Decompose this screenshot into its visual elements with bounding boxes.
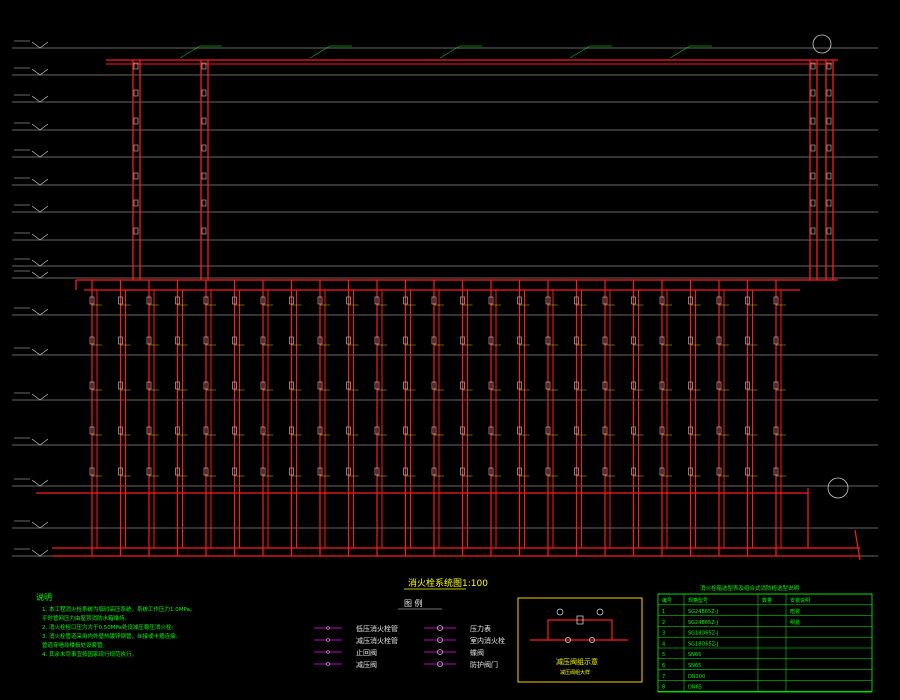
table-cell: 2: [662, 620, 665, 626]
elevation-marker: [31, 123, 49, 131]
hydrant-icon: [810, 117, 816, 125]
legend-label-8: 防护阀门: [470, 660, 498, 669]
table-cell: SG18D65Z-J: [688, 641, 719, 647]
table-header-cell: 数量: [762, 597, 772, 604]
hydrant-icon: [201, 199, 207, 207]
table-header-cell: 规格型号: [688, 597, 708, 604]
elevation-marker: [31, 259, 49, 267]
table-cell: 1: [662, 609, 665, 615]
hydrant-icon: [826, 89, 832, 97]
hydrant-icon: [810, 172, 816, 180]
legend-heading: 图 例: [404, 598, 423, 608]
table-cell: 5: [662, 652, 665, 658]
roof-tank-detail-icon: [812, 34, 832, 54]
table-cell: 7: [662, 674, 665, 680]
hydrant-icon: [133, 117, 139, 125]
table-cell: SN65: [688, 652, 701, 658]
hydrant-icon: [133, 227, 139, 235]
table-cell: DN100: [688, 674, 705, 680]
elevation-marker: [31, 549, 49, 557]
notes-line-2: 平时管网压力由屋顶消防水箱维持。: [42, 614, 130, 622]
hydrant-icon: [826, 227, 832, 235]
legend-label-1: 低压消火栓管: [356, 624, 398, 633]
hydrant-icon: [826, 172, 832, 180]
hydrant-icon: [201, 89, 207, 97]
legend-label-6: 室内消火栓: [470, 636, 505, 645]
detail-subcaption: 减压阀组大样: [560, 669, 590, 676]
hydrant-icon: [201, 227, 207, 235]
notes-line-4: 3. 消火栓管道采用内外壁热镀锌钢管，丝接或卡箍连接。: [42, 632, 181, 640]
selection-table: 消火栓箱选型表及组合式消防柜选型说明 编号 规格型号 数量 安装说明 1 SG24…: [657, 584, 873, 693]
table-cell: SG24B65Z-J: [688, 620, 718, 626]
hydrant-icon: [201, 117, 207, 125]
drawing-canvas: 消火栓系统图1:100 说明 1. 本工程消火栓系统为临时高压系统，系统工作压力…: [0, 0, 900, 700]
diagram-title: 消火栓系统图1:100: [408, 577, 488, 589]
table-cell: 4: [662, 641, 665, 647]
table-cell: 明装: [790, 619, 800, 626]
legend-label-7: 蝶阀: [470, 648, 484, 657]
hydrant-icon: [201, 172, 207, 180]
table-cell: 6: [662, 663, 665, 669]
elevation-marker: [31, 68, 49, 76]
detail-pipe: [530, 619, 628, 641]
table-header-cell: 编号: [662, 597, 672, 604]
legend-label-3: 止回阀: [356, 648, 377, 657]
elevation-marker: [31, 308, 49, 316]
legend: 图 例 低压消火栓管 减压消火栓管 止回阀 减压阀 压力表 室内消火栓 蝶阀 防…: [314, 598, 505, 669]
table-header-cell: 安装说明: [790, 597, 810, 604]
pipe-network: [36, 59, 861, 561]
table-cell: SN65: [688, 663, 701, 669]
elevation-marker: [31, 205, 49, 213]
elevation-marker: [31, 41, 49, 49]
legend-label-2: 减压消火栓管: [356, 636, 398, 645]
elevation-marker: [31, 479, 49, 487]
table-cell: 8: [662, 685, 665, 691]
legend-label-4: 减压阀: [356, 660, 377, 669]
elevation-marker: [31, 438, 49, 446]
hydrant-icon: [810, 199, 816, 207]
fire-hydrant-system-diagram: 消火栓系统图1:100 说明 1. 本工程消火栓系统为临时高压系统，系统工作压力…: [12, 34, 878, 693]
elevation-marker: [31, 95, 49, 103]
hydrant-icon: [826, 144, 832, 152]
table-cell: DN65: [688, 685, 702, 691]
hydrant-icon: [810, 144, 816, 152]
hydrant-icon: [133, 144, 139, 152]
elevation-marker: [31, 393, 49, 401]
detail-caption: 减压阀组示意: [556, 657, 598, 666]
gauge-icon: [596, 608, 604, 616]
elevation-marker: [31, 178, 49, 186]
pipe-annotations: [89, 34, 849, 499]
gauge-icon: [556, 608, 564, 616]
notes-heading: 说明: [36, 592, 52, 602]
valve-detail-box: 减压阀组示意 减压阀组大样: [517, 597, 643, 683]
hydrant-icon: [133, 172, 139, 180]
inlet-detail-icon: [827, 477, 849, 499]
hydrant-icon: [810, 227, 816, 235]
elevation-marker: [31, 521, 49, 529]
notes-line-5: 管道穿墙及楼板处设套管。: [42, 641, 108, 649]
hydrant-icon: [201, 144, 207, 152]
hydrant-icon: [826, 199, 832, 207]
hydrant-icon: [133, 199, 139, 207]
notes-line-6: 4. 其余未尽事宜按国家现行规范执行。: [42, 650, 137, 658]
legend-label-5: 压力表: [470, 624, 491, 633]
hydrant-icon: [133, 89, 139, 97]
notes-line-3: 2. 消火栓栓口压力大于0.50MPa处设减压稳压消火栓。: [42, 623, 177, 631]
table-title: 消火栓箱选型表及组合式消防柜选型说明: [700, 584, 800, 592]
hydrant-icon: [826, 117, 832, 125]
table-cell: SG18D65Z-J: [688, 631, 719, 637]
elevation-marker: [31, 233, 49, 241]
elevation-marker: [31, 271, 49, 279]
table-cell: SG24B65Z-J: [688, 609, 718, 615]
hydrant-icon: [810, 89, 816, 97]
table-cell: 暗装: [790, 608, 800, 615]
notes-block: 说明 1. 本工程消火栓系统为临时高压系统，系统工作压力1.0MPa。 平时管网…: [36, 592, 195, 658]
table-rows: 1 SG24B65Z-J 暗装 2 SG24B65Z-J 明装 3 SG18D65Z-J 4 SG…: [662, 608, 800, 691]
table-cell: 3: [662, 631, 665, 637]
notes-line-1: 1. 本工程消火栓系统为临时高压系统，系统工作压力1.0MPa。: [42, 605, 195, 613]
elevation-marker: [31, 348, 49, 356]
elevation-marker: [31, 150, 49, 158]
